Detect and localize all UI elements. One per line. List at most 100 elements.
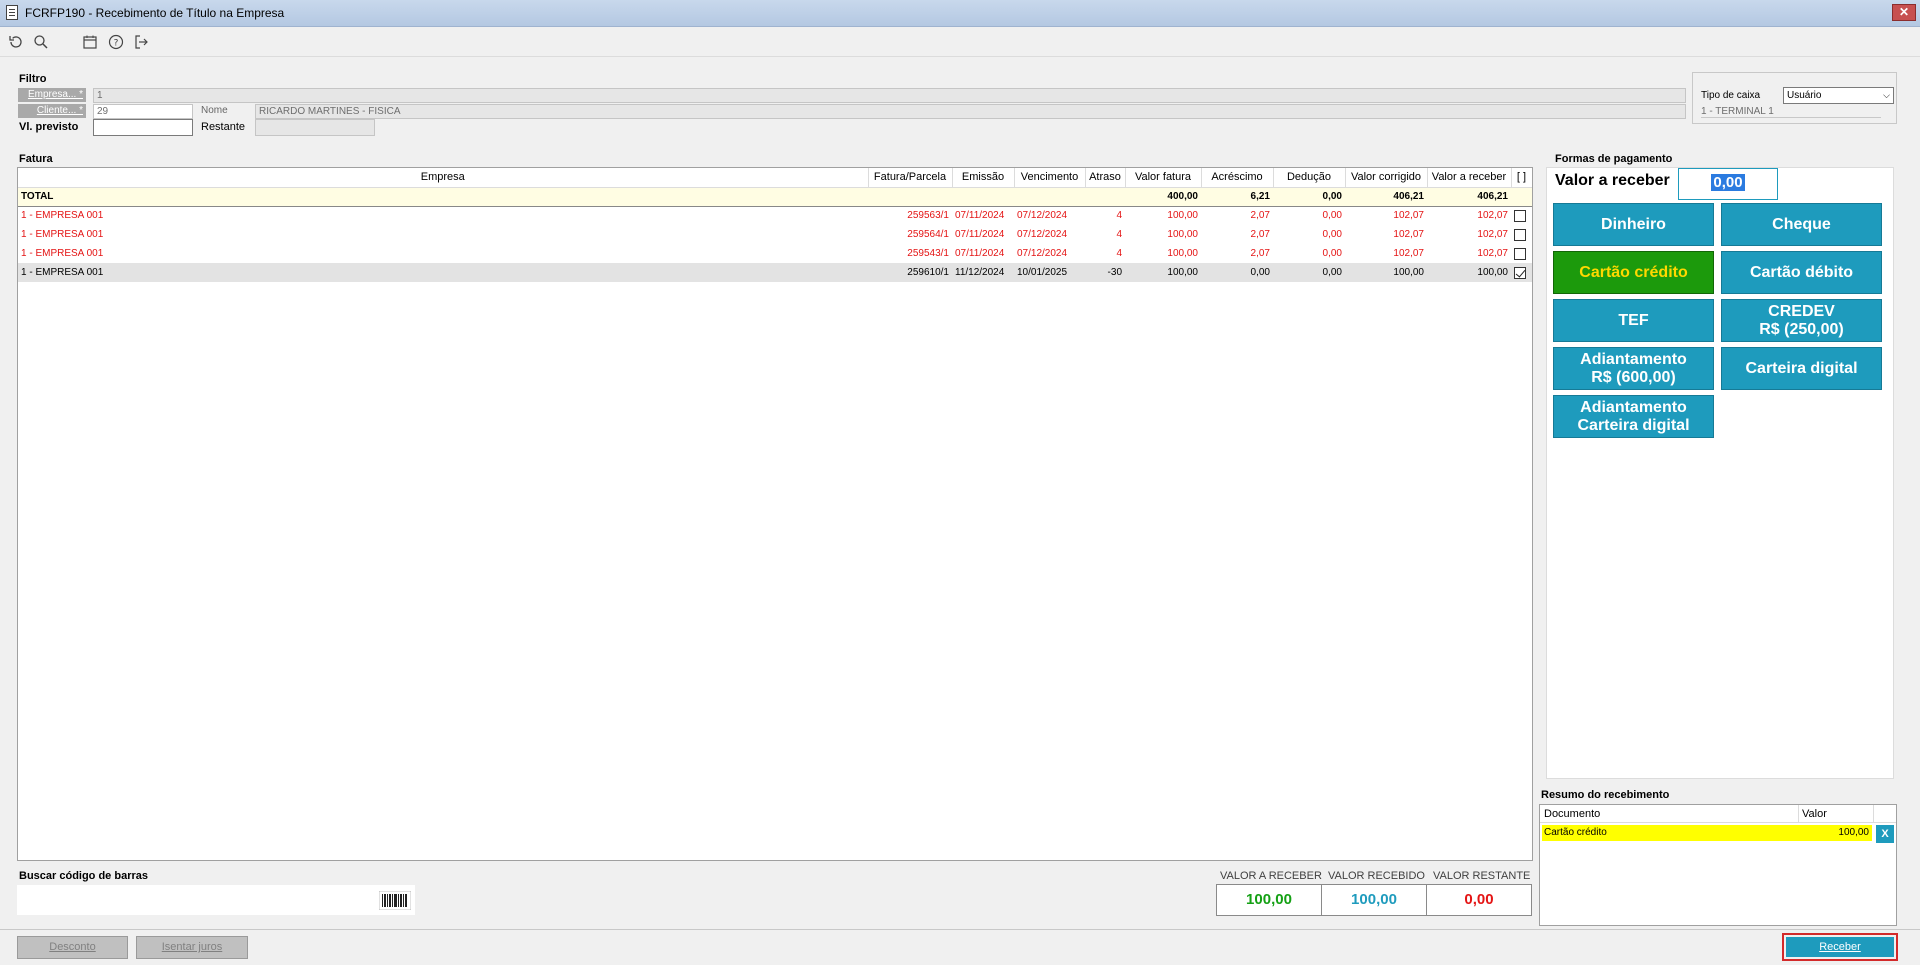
cell-atraso: -30 [1085, 263, 1125, 282]
cell-fatura: 259543/1 [907, 248, 949, 259]
cell-atraso: 4 [1116, 210, 1122, 222]
col-empresa[interactable]: Empresa [18, 168, 869, 188]
resumo-header: Documento Valor [1540, 805, 1896, 823]
valor-restante-label: VALOR RESTANTE [1433, 870, 1531, 882]
tipo-caixa-value: Usuário [1787, 90, 1822, 101]
valor-receber-value: 0,00 [1711, 174, 1745, 191]
resumo-row[interactable]: Cartão crédito 100,00 [1542, 825, 1872, 841]
dinheiro-label: Dinheiro [1601, 215, 1666, 233]
table-row[interactable]: 1 - EMPRESA 001 259610/1 11/12/2024 10/0… [18, 263, 1532, 282]
barcode-icon[interactable] [378, 890, 412, 911]
col-valor-fatura[interactable]: Valor fatura [1125, 168, 1202, 188]
cell-valor-fatura: 100,00 [1167, 248, 1198, 259]
col-acrescimo[interactable]: Acréscimo [1201, 168, 1274, 188]
cell-emissao: 07/11/2024 [955, 210, 1005, 222]
cartao-debito-button[interactable]: Cartão débito [1721, 251, 1882, 294]
col-deducao[interactable]: Dedução [1273, 168, 1346, 188]
col-atraso[interactable]: Atraso [1085, 168, 1126, 188]
fatura-title: Fatura [19, 153, 53, 165]
valor-recebido-value: 100,00 [1321, 884, 1427, 916]
total-acrescimo: 6,21 [1201, 187, 1273, 207]
resumo-title: Resumo do recebimento [1541, 789, 1670, 801]
close-window-button[interactable]: ✕ [1892, 4, 1916, 21]
tipo-caixa-select[interactable]: Usuário ⌵ [1783, 87, 1894, 104]
calendar-icon[interactable] [80, 32, 100, 52]
cheque-button[interactable]: Cheque [1721, 203, 1882, 246]
cell-acrescimo: 2,07 [1250, 210, 1270, 222]
valor-receber-input[interactable]: 0,00 [1678, 168, 1778, 200]
cell-atraso: 4 [1116, 229, 1122, 240]
resumo-grid: Documento Valor Cartão crédito 100,00 X [1539, 804, 1897, 926]
col-emissao[interactable]: Emissão [952, 168, 1015, 188]
dinheiro-button[interactable]: Dinheiro [1553, 203, 1714, 246]
total-row: TOTAL 400,00 6,21 0,00 406,21 406,21 [18, 187, 1532, 207]
document-icon [6, 5, 18, 20]
chevron-down-icon: ⌵ [1883, 90, 1890, 100]
search-icon[interactable] [31, 32, 51, 52]
row-checkbox[interactable] [1514, 209, 1526, 222]
adiantamento-carteira-label1: Adiantamento [1580, 398, 1687, 416]
col-select-all[interactable]: [ ] [1511, 168, 1532, 188]
cell-valor-receber: 102,07 [1477, 229, 1508, 240]
row-checkbox[interactable] [1514, 228, 1526, 241]
cell-valor-receber: 102,07 [1477, 210, 1508, 222]
credev-button[interactable]: CREDEV R$ (250,00) [1721, 299, 1882, 342]
cliente-field[interactable]: 29 [93, 104, 193, 119]
barcode-label: Buscar código de barras [19, 870, 148, 882]
cell-valor-fatura: 100,00 [1125, 263, 1201, 282]
pagamento-title: Formas de pagamento [1555, 153, 1673, 165]
cliente-label: Cliente... * [18, 104, 86, 118]
adiantamento-carteira-button[interactable]: Adiantamento Carteira digital [1553, 395, 1714, 438]
desconto-button[interactable]: Desconto [17, 936, 128, 959]
col-documento: Documento [1544, 808, 1601, 820]
barcode-input[interactable] [17, 885, 415, 915]
carteira-digital-button[interactable]: Carteira digital [1721, 347, 1882, 390]
cartao-debito-label: Cartão débito [1749, 263, 1854, 281]
pagamento-panel: Valor a receber 0,00 Dinheiro Cheque Car… [1546, 167, 1894, 779]
receber-label: Receber [1786, 937, 1894, 957]
cartao-credito-button[interactable]: Cartão crédito [1553, 251, 1714, 294]
cell-valor-corrigido: 102,07 [1393, 229, 1424, 240]
carteira-digital-label: Carteira digital [1745, 359, 1858, 377]
cell-acrescimo: 2,07 [1250, 229, 1270, 240]
window-titlebar: FCRFP190 - Recebimento de Título na Empr… [0, 0, 1920, 27]
exit-icon[interactable] [131, 32, 151, 52]
col-valor-receber[interactable]: Valor a receber [1427, 168, 1512, 188]
cell-empresa: 1 - EMPRESA 001 [21, 210, 104, 222]
help-icon[interactable]: ? [106, 32, 126, 52]
col-fatura-parcela[interactable]: Fatura/Parcela [868, 168, 953, 188]
tef-label: TEF [1618, 311, 1649, 329]
col-valor-corrigido[interactable]: Valor corrigido [1345, 168, 1428, 188]
valor-receber-label: Valor a receber [1555, 172, 1670, 189]
adiantamento-button[interactable]: Adiantamento R$ (600,00) [1553, 347, 1714, 390]
cell-valor-corrigido: 100,00 [1345, 263, 1427, 282]
table-row[interactable]: 1 - EMPRESA 001 259564/1 07/11/2024 07/1… [18, 225, 1532, 244]
cell-atraso: 4 [1116, 248, 1122, 259]
valor-restante-value: 0,00 [1426, 884, 1532, 916]
col-vencimento[interactable]: Vencimento [1014, 168, 1086, 188]
cell-vencimento: 10/01/2025 [1014, 263, 1085, 282]
cell-valor-fatura: 100,00 [1167, 210, 1198, 222]
vl-previsto-input[interactable] [93, 119, 193, 136]
cell-vencimento: 07/12/2024 [1017, 210, 1068, 222]
remove-payment-button[interactable]: X [1876, 825, 1894, 843]
cell-deducao: 0,00 [1322, 248, 1342, 259]
refresh-icon[interactable] [6, 32, 26, 52]
cell-acrescimo: 0,00 [1201, 263, 1273, 282]
isentar-juros-button[interactable]: Isentar juros [136, 936, 248, 959]
window-title: FCRFP190 - Recebimento de Título na Empr… [25, 6, 285, 20]
cell-emissao: 07/11/2024 [955, 248, 1005, 259]
row-checkbox[interactable] [1514, 247, 1526, 260]
total-valor-fatura: 400,00 [1125, 187, 1201, 207]
table-row[interactable]: 1 - EMPRESA 001 259543/1 07/11/2024 07/1… [18, 244, 1532, 263]
cell-valor-receber: 100,00 [1427, 263, 1511, 282]
row-checkbox-checked[interactable] [1514, 266, 1526, 279]
table-row[interactable]: 1 - EMPRESA 001 259563/1 07/11/2024 07/1… [18, 206, 1532, 225]
svg-text:?: ? [114, 39, 119, 49]
cell-acrescimo: 2,07 [1250, 248, 1270, 259]
tef-button[interactable]: TEF [1553, 299, 1714, 342]
receber-button[interactable]: Receber [1782, 933, 1898, 961]
credev-label: CREDEV [1768, 302, 1835, 320]
valor-recebido-label: VALOR RECEBIDO [1328, 870, 1425, 882]
empresa-label: Empresa... * [18, 88, 86, 102]
